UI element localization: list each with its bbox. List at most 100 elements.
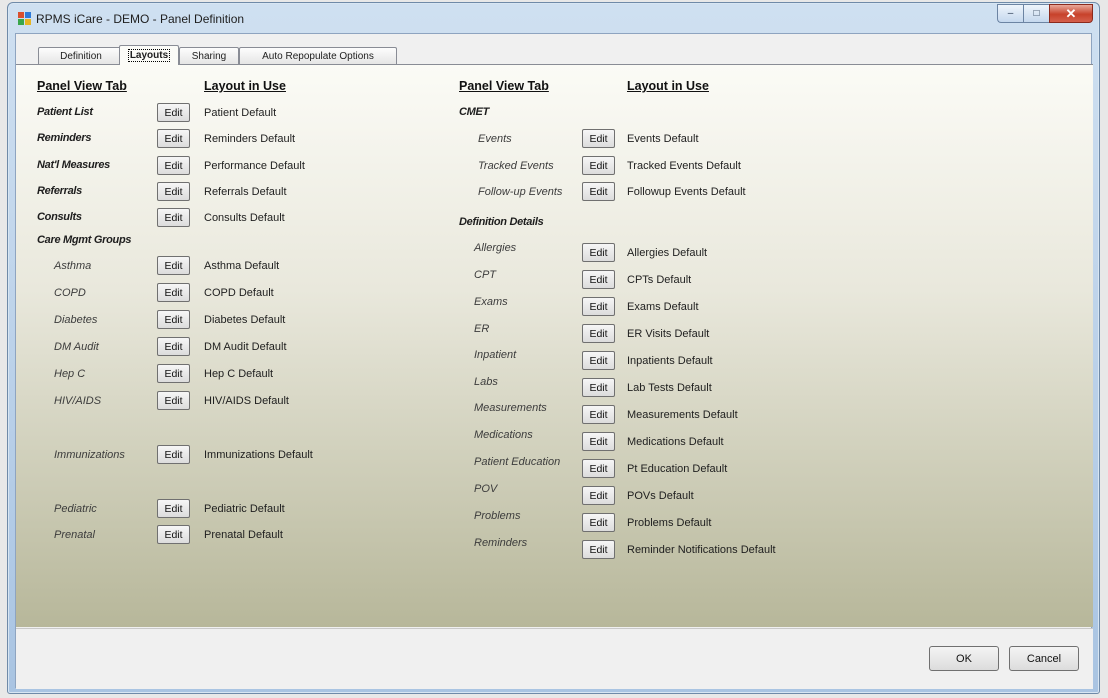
edit-button[interactable]: Edit (582, 378, 615, 397)
layout-value: Measurements Default (627, 409, 738, 421)
row-label: Consults (37, 211, 82, 223)
layout-value: Pediatric Default (204, 503, 285, 515)
row-label: Patient Education (474, 456, 561, 468)
edit-button[interactable]: Edit (582, 156, 615, 175)
edit-button[interactable]: Edit (157, 364, 190, 383)
layout-value: DM Audit Default (204, 341, 287, 353)
close-button[interactable]: ✕ (1049, 4, 1093, 23)
edit-button[interactable]: Edit (157, 499, 190, 518)
layout-value: Performance Default (204, 160, 305, 172)
edit-button[interactable]: Edit (582, 405, 615, 424)
layout-value: Consults Default (204, 212, 285, 224)
row-label: Diabetes (54, 314, 98, 326)
layout-value: CPTs Default (627, 274, 692, 286)
edit-button[interactable]: Edit (157, 129, 190, 148)
edit-button[interactable]: Edit (582, 129, 615, 148)
maximize-button[interactable]: □ (1023, 4, 1049, 23)
layout-value: Referrals Default (204, 186, 287, 198)
edit-button[interactable]: Edit (582, 432, 615, 451)
layout-value: Exams Default (627, 301, 699, 313)
title-bar[interactable]: RPMS iCare - DEMO - Panel Definition – □… (8, 3, 1099, 33)
edit-button[interactable]: Edit (157, 525, 190, 544)
tab-layouts[interactable]: Layouts (119, 45, 179, 65)
row-label: Medications (474, 429, 533, 441)
edit-button[interactable]: Edit (157, 337, 190, 356)
layout-value: Pt Education Default (627, 463, 728, 475)
layout-value: Medications Default (627, 436, 724, 448)
edit-button[interactable]: Edit (582, 324, 615, 343)
tab-definition[interactable]: Definition (38, 47, 124, 64)
row-label: Allergies (474, 242, 517, 254)
definition-details-title: Definition Details (459, 216, 544, 228)
row-label: Patient List (37, 106, 93, 118)
row-label: Reminders (474, 537, 528, 549)
tab-auto-repopulate-options[interactable]: Auto Repopulate Options (239, 47, 397, 64)
edit-button[interactable]: Edit (157, 391, 190, 410)
panel-definition-window: RPMS iCare - DEMO - Panel Definition – □… (7, 2, 1100, 694)
row-label: Referrals (37, 185, 82, 197)
app-icon (18, 12, 31, 25)
layout-value: Patient Default (204, 107, 277, 119)
layout-value: Asthma Default (204, 260, 280, 272)
tab-sharing[interactable]: Sharing (179, 47, 239, 64)
row-label: Reminders (37, 132, 92, 144)
right-layout-in-use-header: Layout in Use (627, 79, 709, 93)
row-label: Follow-up Events (478, 186, 563, 198)
edit-button[interactable]: Edit (157, 182, 190, 201)
layout-value: HIV/AIDS Default (204, 395, 289, 407)
row-label: ER (474, 323, 490, 335)
row-label: COPD (54, 287, 86, 299)
edit-button[interactable]: Edit (582, 513, 615, 532)
edit-button[interactable]: Edit (582, 243, 615, 262)
layout-value: Inpatients Default (627, 355, 713, 367)
edit-button[interactable]: Edit (157, 103, 190, 122)
row-label: Pediatric (54, 503, 97, 515)
edit-button[interactable]: Edit (157, 283, 190, 302)
edit-button[interactable]: Edit (582, 182, 615, 201)
edit-button[interactable]: Edit (157, 445, 190, 464)
edit-button[interactable]: Edit (157, 310, 190, 329)
layout-value: Hep C Default (204, 368, 274, 380)
row-label: CPT (474, 269, 496, 281)
layouts-panel: Panel View Tab Layout in Use Panel View … (16, 64, 1093, 627)
edit-button[interactable]: Edit (157, 156, 190, 175)
row-label: Immunizations (54, 449, 125, 461)
row-label: Inpatient (474, 349, 517, 361)
row-label: POV (474, 483, 498, 495)
edit-button[interactable]: Edit (582, 270, 615, 289)
edit-button[interactable]: Edit (582, 486, 615, 505)
minimize-button[interactable]: – (997, 4, 1023, 23)
row-label: Events (478, 133, 512, 145)
edit-button[interactable]: Edit (582, 351, 615, 370)
cancel-button[interactable]: Cancel (1009, 646, 1079, 671)
row-label: Hep C (54, 368, 86, 380)
edit-button[interactable]: Edit (157, 208, 190, 227)
tab-strip: Definition Layouts Sharing Auto Repopula… (16, 34, 1091, 65)
layout-value: Reminder Notifications Default (627, 544, 776, 556)
layout-value: Reminders Default (204, 133, 296, 145)
row-label: Problems (474, 510, 521, 522)
edit-button[interactable]: Edit (582, 459, 615, 478)
layout-value: Prenatal Default (204, 529, 283, 541)
tab-layouts-label: Layouts (127, 49, 171, 62)
window-title: RPMS iCare - DEMO - Panel Definition (36, 12, 245, 26)
edit-button[interactable]: Edit (582, 297, 615, 316)
edit-button[interactable]: Edit (582, 540, 615, 559)
layout-value: Problems Default (627, 517, 712, 529)
close-icon: ✕ (1065, 5, 1077, 21)
layout-value: Diabetes Default (204, 314, 286, 326)
care-mgmt-groups-title: Care Mgmt Groups (37, 234, 132, 246)
layout-value: POVs Default (627, 490, 694, 502)
row-label: HIV/AIDS (54, 395, 102, 407)
row-label: Measurements (474, 402, 547, 414)
row-label: Nat'l Measures (37, 159, 111, 171)
edit-button[interactable]: Edit (157, 256, 190, 275)
layout-value: Immunizations Default (204, 449, 313, 461)
row-label: DM Audit (54, 341, 99, 353)
row-label: Labs (474, 376, 498, 388)
layout-value: Lab Tests Default (627, 382, 712, 394)
dialog-footer: OK Cancel (16, 628, 1093, 689)
left-layout-in-use-header: Layout in Use (204, 79, 286, 93)
maximize-icon: □ (1033, 8, 1040, 19)
ok-button[interactable]: OK (929, 646, 999, 671)
